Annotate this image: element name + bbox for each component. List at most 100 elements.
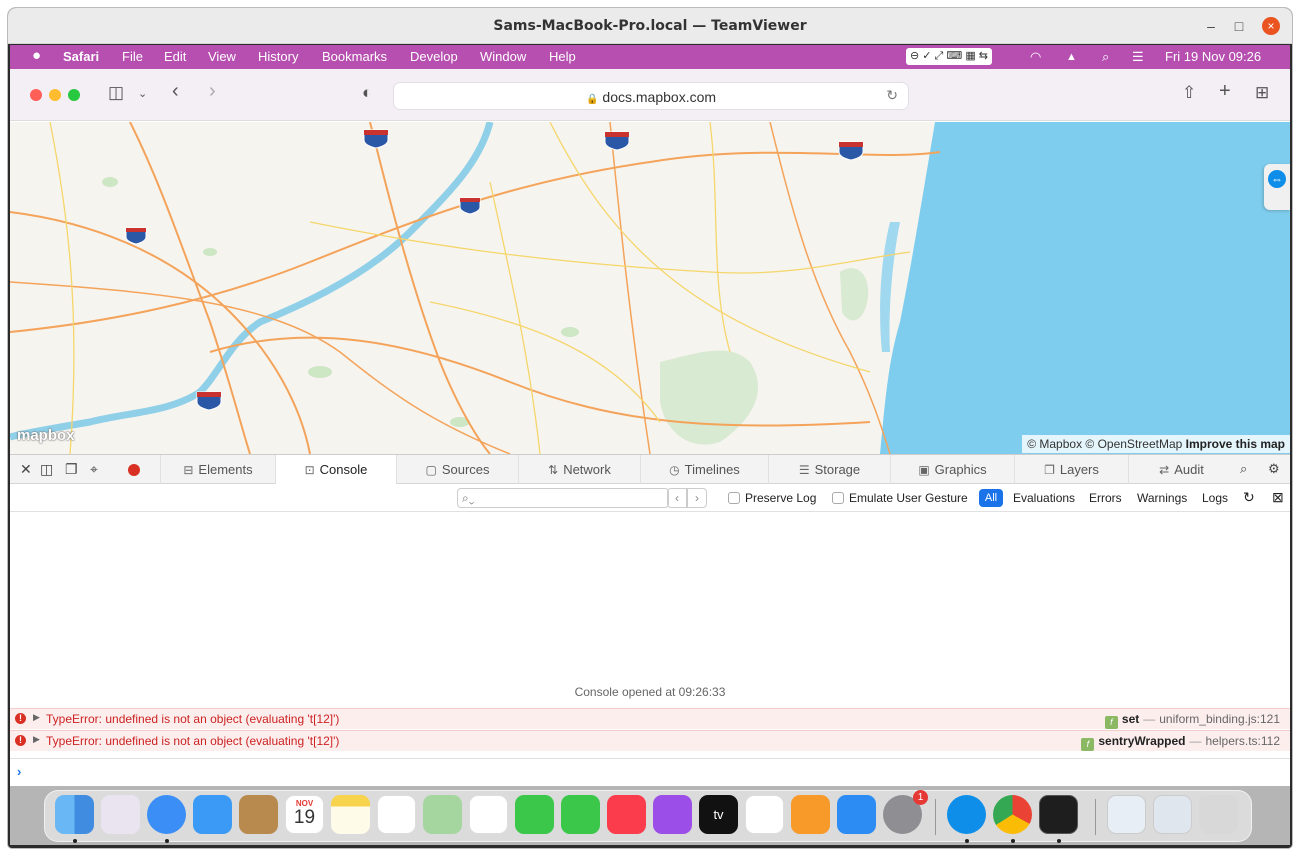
close-button[interactable]: × — [1262, 17, 1280, 35]
zoom-traffic-light[interactable] — [68, 89, 80, 101]
filter-logs-button[interactable]: Logs — [1202, 491, 1228, 505]
finder-icon[interactable] — [55, 795, 94, 834]
music-icon[interactable] — [607, 795, 646, 834]
tab-console[interactable]: ⊡ Console — [275, 455, 396, 484]
news-icon[interactable] — [745, 795, 784, 834]
reload-icon[interactable]: ↻ — [886, 87, 898, 104]
console-prompt-input[interactable]: › — [10, 758, 1290, 786]
photos-icon[interactable] — [469, 795, 508, 834]
launchpad-icon[interactable] — [101, 795, 140, 834]
reload-icon[interactable]: ↻ — [1243, 489, 1255, 506]
mapbox-map[interactable]: mapbox © Mapbox © OpenStreetMap Improve … — [10, 122, 1290, 454]
error-file-link[interactable]: uniform_binding.js:121 — [1159, 712, 1280, 726]
menu-app-name[interactable]: Safari — [63, 49, 99, 64]
menu-window[interactable]: Window — [480, 49, 526, 64]
expand-triangle-icon[interactable]: ▶ — [33, 734, 40, 745]
teamviewer-side-panel[interactable]: ⇔ — [1264, 164, 1290, 210]
remote-mac-screen: ● Safari File Edit View History Bookmark… — [10, 45, 1290, 845]
close-traffic-light[interactable] — [30, 89, 42, 101]
filter-warnings-button[interactable]: Warnings — [1137, 491, 1187, 505]
back-button[interactable]: ‹ — [172, 80, 179, 103]
clear-console-icon[interactable]: ⊠ — [1272, 489, 1284, 506]
tab-audit[interactable]: ⇄ Audit — [1128, 455, 1234, 484]
search-icon[interactable]: ⌕ — [1240, 461, 1247, 477]
teamviewer-toolbar-icon[interactable]: ⊖ ✓ ⤢ ⌨ ▦ ⇆ — [906, 48, 993, 65]
contacts-icon[interactable] — [239, 795, 278, 834]
books-icon[interactable] — [791, 795, 830, 834]
forward-button[interactable]: › — [209, 80, 216, 103]
console-error-row[interactable]: ! ▶ TypeError: undefined is not an objec… — [10, 708, 1290, 729]
privacy-shield-icon[interactable]: ◐ — [362, 83, 372, 103]
downloads-icon[interactable] — [1107, 795, 1146, 834]
teamviewer-icon[interactable] — [947, 795, 986, 834]
apple-tv-icon[interactable]: tv — [699, 795, 738, 834]
safari-icon[interactable] — [147, 795, 186, 834]
dock-side-icon[interactable]: ◫ — [40, 461, 53, 478]
tab-timelines[interactable]: ◷ Timelines — [640, 455, 768, 484]
error-indicator-icon[interactable] — [128, 464, 140, 476]
menu-history[interactable]: History — [258, 49, 298, 64]
trash-icon[interactable] — [1199, 795, 1238, 834]
emulate-gesture-checkbox[interactable] — [832, 492, 844, 504]
messages-icon[interactable] — [515, 795, 554, 834]
filter-errors-button[interactable]: Errors — [1089, 491, 1122, 505]
close-inspector-icon[interactable]: ✕ — [20, 461, 32, 478]
minimize-button[interactable]: – — [1202, 17, 1220, 35]
menu-edit[interactable]: Edit — [164, 49, 186, 64]
chrome-icon[interactable] — [993, 795, 1032, 834]
chevron-down-icon[interactable]: ⌄ — [138, 87, 147, 100]
eject-icon[interactable]: ▲ — [1066, 51, 1077, 63]
improve-map-link[interactable]: Improve this map — [1186, 437, 1285, 451]
window-preview-icon[interactable] — [1153, 795, 1192, 834]
tab-network[interactable]: ⇅ Network — [518, 455, 640, 484]
element-picker-icon[interactable]: ⌖ — [90, 461, 98, 478]
tab-overview-icon[interactable]: ⊞ — [1255, 83, 1269, 103]
tab-storage[interactable]: ☰ Storage — [768, 455, 890, 484]
undock-icon[interactable]: ❐ — [65, 461, 78, 478]
menu-bookmarks[interactable]: Bookmarks — [322, 49, 387, 64]
menu-view[interactable]: View — [208, 49, 236, 64]
map-canvas — [10, 122, 1290, 454]
preserve-log-checkbox[interactable] — [728, 492, 740, 504]
maximize-button[interactable]: □ — [1230, 17, 1248, 35]
app-store-icon[interactable] — [837, 795, 876, 834]
sidebar-toggle-icon[interactable]: ◫ — [108, 83, 124, 103]
attribution-text[interactable]: © Mapbox © OpenStreetMap — [1027, 437, 1182, 451]
reminders-icon[interactable] — [377, 795, 416, 834]
mapbox-logo[interactable]: mapbox — [17, 427, 75, 444]
error-source[interactable]: f set — uniform_binding.js:121 — [1104, 712, 1280, 729]
wifi-icon[interactable]: ◠ — [1030, 49, 1041, 65]
previous-match-button[interactable]: ‹ — [667, 488, 687, 508]
tab-graphics[interactable]: ▣ Graphics — [890, 455, 1014, 484]
calendar-icon[interactable]: NOV 19 — [285, 795, 324, 834]
gear-icon[interactable]: ⚙ — [1268, 461, 1280, 477]
expand-triangle-icon[interactable]: ▶ — [33, 712, 40, 723]
minimize-traffic-light[interactable] — [49, 89, 61, 101]
share-icon[interactable]: ⇧ — [1182, 83, 1196, 103]
menubar-clock[interactable]: Fri 19 Nov 09:26 — [1165, 49, 1261, 64]
menu-develop[interactable]: Develop — [410, 49, 458, 64]
notes-icon[interactable] — [331, 795, 370, 834]
console-error-row[interactable]: ! ▶ TypeError: undefined is not an objec… — [10, 730, 1290, 751]
podcasts-icon[interactable] — [653, 795, 692, 834]
tab-sources[interactable]: ▢ Sources — [396, 455, 518, 484]
filter-evaluations-button[interactable]: Evaluations — [1013, 491, 1075, 505]
menu-file[interactable]: File — [122, 49, 143, 64]
tab-elements[interactable]: ⊟ Elements — [160, 455, 275, 484]
facetime-icon[interactable] — [561, 795, 600, 834]
error-source[interactable]: f sentryWrapped — helpers.ts:112 — [1081, 734, 1280, 751]
new-tab-button[interactable]: + — [1219, 80, 1231, 103]
terminal-icon[interactable] — [1039, 795, 1078, 834]
maps-icon[interactable] — [423, 795, 462, 834]
console-search-input[interactable]: ⌕⌄ — [457, 488, 669, 508]
filter-all-button[interactable]: All — [979, 489, 1003, 507]
control-center-icon[interactable]: ☰ — [1132, 49, 1144, 65]
menu-help[interactable]: Help — [549, 49, 576, 64]
apple-menu-icon[interactable]: ● — [32, 47, 41, 64]
address-bar[interactable]: 🔒 docs.mapbox.com ↻ — [393, 82, 909, 110]
next-match-button[interactable]: › — [687, 488, 707, 508]
tab-layers[interactable]: ❐ Layers — [1014, 455, 1128, 484]
error-file-link[interactable]: helpers.ts:112 — [1206, 734, 1281, 748]
mail-icon[interactable] — [193, 795, 232, 834]
spotlight-icon[interactable]: ⌕ — [1102, 49, 1109, 65]
